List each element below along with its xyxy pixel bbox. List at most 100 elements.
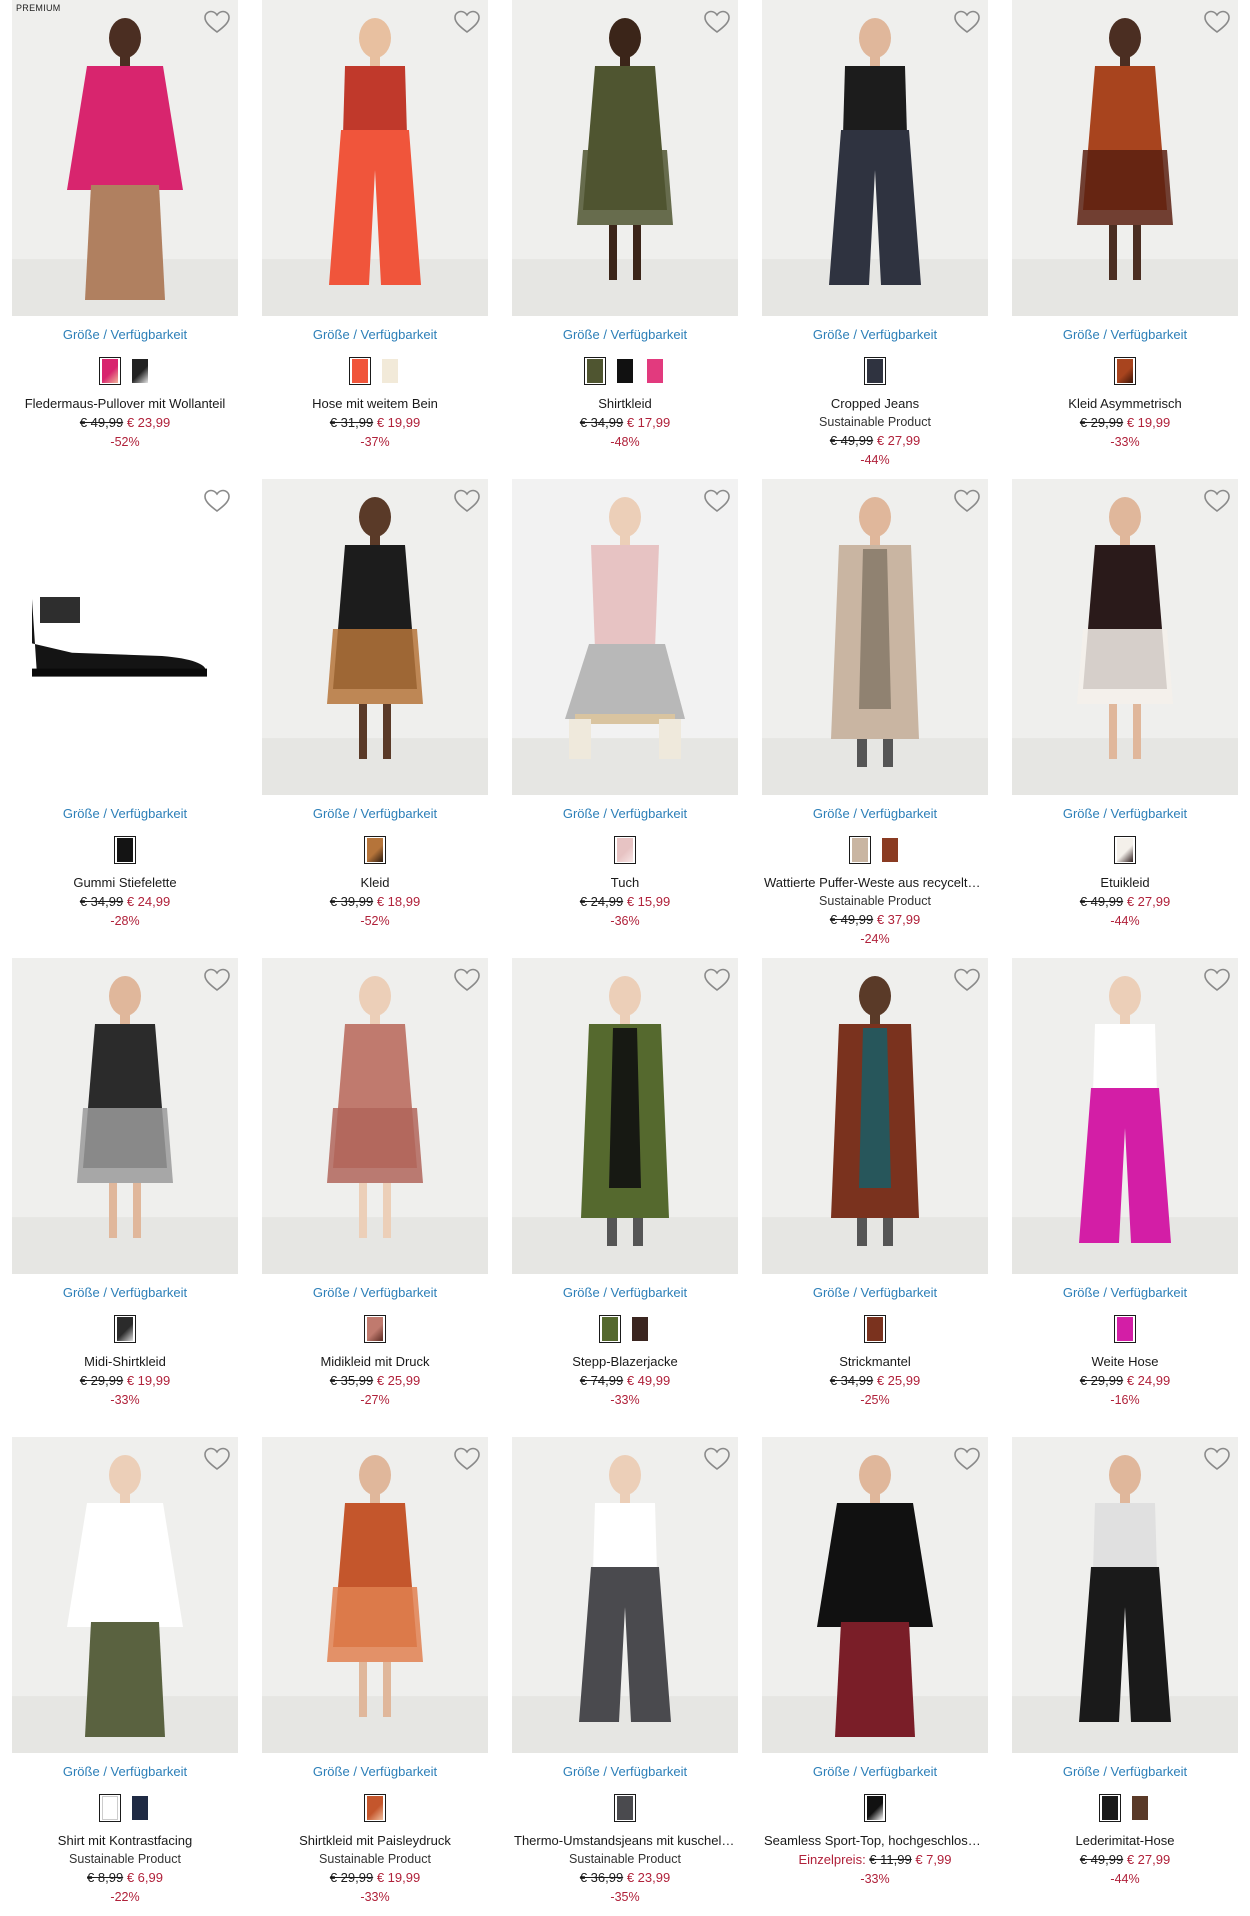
- product-card[interactable]: Größe / Verfügbarkeit Midikleid mit Druc…: [262, 958, 488, 1437]
- color-swatch[interactable]: [879, 836, 901, 864]
- wishlist-heart-icon[interactable]: [952, 8, 982, 36]
- wishlist-heart-icon[interactable]: [452, 1445, 482, 1473]
- color-swatch[interactable]: [129, 1794, 151, 1822]
- wishlist-heart-icon[interactable]: [452, 8, 482, 36]
- size-availability-link[interactable]: Größe / Verfügbarkeit: [762, 327, 988, 343]
- product-image[interactable]: [512, 479, 738, 795]
- size-availability-link[interactable]: Größe / Verfügbarkeit: [12, 806, 238, 822]
- product-name[interactable]: Weite Hose: [1012, 1354, 1238, 1371]
- product-name[interactable]: Tuch: [512, 875, 738, 892]
- product-card[interactable]: Größe / Verfügbarkeit Thermo-Umstandsjea…: [512, 1437, 738, 1916]
- product-name[interactable]: Strickmantel: [762, 1354, 988, 1371]
- color-swatch[interactable]: [1129, 1794, 1151, 1822]
- product-card[interactable]: Größe / Verfügbarkeit Weite Hose € 29,99…: [1012, 958, 1238, 1437]
- wishlist-heart-icon[interactable]: [702, 8, 732, 36]
- wishlist-heart-icon[interactable]: [202, 1445, 232, 1473]
- size-availability-link[interactable]: Größe / Verfügbarkeit: [12, 327, 238, 343]
- product-image[interactable]: [512, 1437, 738, 1753]
- product-image[interactable]: [262, 479, 488, 795]
- product-card[interactable]: Größe / Verfügbarkeit Lederimitat-Hose €…: [1012, 1437, 1238, 1916]
- product-name[interactable]: Kleid: [262, 875, 488, 892]
- size-availability-link[interactable]: Größe / Verfügbarkeit: [262, 1285, 488, 1301]
- product-image[interactable]: [512, 0, 738, 316]
- product-card[interactable]: Größe / Verfügbarkeit Shirtkleid mit Pai…: [262, 1437, 488, 1916]
- color-swatch[interactable]: [114, 1315, 136, 1343]
- size-availability-link[interactable]: Größe / Verfügbarkeit: [512, 1764, 738, 1780]
- size-availability-link[interactable]: Größe / Verfügbarkeit: [12, 1285, 238, 1301]
- color-swatch[interactable]: [864, 1794, 886, 1822]
- product-card[interactable]: Größe / Verfügbarkeit Strickmantel € 34,…: [762, 958, 988, 1437]
- product-card[interactable]: Größe / Verfügbarkeit Seamless Sport-Top…: [762, 1437, 988, 1916]
- product-image[interactable]: [1012, 479, 1238, 795]
- product-card[interactable]: Größe / Verfügbarkeit Cropped Jeans Sust…: [762, 0, 988, 479]
- product-image[interactable]: [762, 958, 988, 1274]
- product-card[interactable]: Größe / Verfügbarkeit Wattierte Puffer-W…: [762, 479, 988, 958]
- size-availability-link[interactable]: Größe / Verfügbarkeit: [762, 806, 988, 822]
- product-name[interactable]: Cropped Jeans: [762, 396, 988, 413]
- product-card[interactable]: Größe / Verfügbarkeit Shirtkleid € 34,99…: [512, 0, 738, 479]
- size-availability-link[interactable]: Größe / Verfügbarkeit: [1012, 327, 1238, 343]
- color-swatch[interactable]: [99, 357, 121, 385]
- product-name[interactable]: Shirtkleid mit Paisleydruck: [262, 1833, 488, 1850]
- size-availability-link[interactable]: Größe / Verfügbarkeit: [1012, 1285, 1238, 1301]
- color-swatch[interactable]: [99, 1794, 121, 1822]
- product-name[interactable]: Kleid Asymmetrisch: [1012, 396, 1238, 413]
- product-name[interactable]: Midi-Shirtkleid: [12, 1354, 238, 1371]
- color-swatch[interactable]: [599, 1315, 621, 1343]
- color-swatch[interactable]: [614, 836, 636, 864]
- wishlist-heart-icon[interactable]: [952, 966, 982, 994]
- product-card[interactable]: Größe / Verfügbarkeit Gummi Stiefelette …: [12, 479, 238, 958]
- size-availability-link[interactable]: Größe / Verfügbarkeit: [512, 806, 738, 822]
- wishlist-heart-icon[interactable]: [202, 487, 232, 515]
- product-image[interactable]: [12, 1437, 238, 1753]
- product-image[interactable]: [1012, 0, 1238, 316]
- product-card[interactable]: Größe / Verfügbarkeit Midi-Shirtkleid € …: [12, 958, 238, 1437]
- product-image[interactable]: [12, 479, 238, 795]
- wishlist-heart-icon[interactable]: [1202, 966, 1232, 994]
- size-availability-link[interactable]: Größe / Verfügbarkeit: [262, 1764, 488, 1780]
- product-image[interactable]: [762, 0, 988, 316]
- wishlist-heart-icon[interactable]: [702, 1445, 732, 1473]
- size-availability-link[interactable]: Größe / Verfügbarkeit: [1012, 1764, 1238, 1780]
- color-swatch[interactable]: [114, 836, 136, 864]
- wishlist-heart-icon[interactable]: [452, 487, 482, 515]
- product-card[interactable]: Größe / Verfügbarkeit Shirt mit Kontrast…: [12, 1437, 238, 1916]
- size-availability-link[interactable]: Größe / Verfügbarkeit: [762, 1764, 988, 1780]
- wishlist-heart-icon[interactable]: [452, 966, 482, 994]
- product-card[interactable]: Größe / Verfügbarkeit Kleid € 39,99 € 18…: [262, 479, 488, 958]
- wishlist-heart-icon[interactable]: [952, 1445, 982, 1473]
- color-swatch[interactable]: [1114, 357, 1136, 385]
- color-swatch[interactable]: [129, 357, 151, 385]
- product-name[interactable]: Shirtkleid: [512, 396, 738, 413]
- wishlist-heart-icon[interactable]: [1202, 8, 1232, 36]
- color-swatch[interactable]: [864, 1315, 886, 1343]
- color-swatch[interactable]: [1099, 1794, 1121, 1822]
- product-image[interactable]: [262, 0, 488, 316]
- color-swatch[interactable]: [644, 357, 666, 385]
- product-name[interactable]: Etuikleid: [1012, 875, 1238, 892]
- product-image[interactable]: PREMIUM: [12, 0, 238, 316]
- product-name[interactable]: Shirt mit Kontrastfacing: [12, 1833, 238, 1850]
- product-name[interactable]: Lederimitat-Hose: [1012, 1833, 1238, 1850]
- product-card[interactable]: PREMIUM Größe / Verfügbarkeit Fledermaus…: [12, 0, 238, 479]
- size-availability-link[interactable]: Größe / Verfügbarkeit: [512, 327, 738, 343]
- product-card[interactable]: Größe / Verfügbarkeit Kleid Asymmetrisch…: [1012, 0, 1238, 479]
- color-swatch[interactable]: [1114, 1315, 1136, 1343]
- product-name[interactable]: Stepp-Blazerjacke: [512, 1354, 738, 1371]
- color-swatch[interactable]: [614, 357, 636, 385]
- size-availability-link[interactable]: Größe / Verfügbarkeit: [12, 1764, 238, 1780]
- product-image[interactable]: [762, 1437, 988, 1753]
- color-swatch[interactable]: [614, 1794, 636, 1822]
- wishlist-heart-icon[interactable]: [702, 966, 732, 994]
- size-availability-link[interactable]: Größe / Verfügbarkeit: [1012, 806, 1238, 822]
- product-image[interactable]: [1012, 1437, 1238, 1753]
- wishlist-heart-icon[interactable]: [952, 487, 982, 515]
- product-name[interactable]: Seamless Sport-Top, hochgeschlossen: [762, 1833, 988, 1850]
- color-swatch[interactable]: [364, 1794, 386, 1822]
- product-name[interactable]: Midikleid mit Druck: [262, 1354, 488, 1371]
- product-image[interactable]: [262, 1437, 488, 1753]
- product-image[interactable]: [1012, 958, 1238, 1274]
- color-swatch[interactable]: [364, 1315, 386, 1343]
- product-image[interactable]: [12, 958, 238, 1274]
- product-name[interactable]: Gummi Stiefelette: [12, 875, 238, 892]
